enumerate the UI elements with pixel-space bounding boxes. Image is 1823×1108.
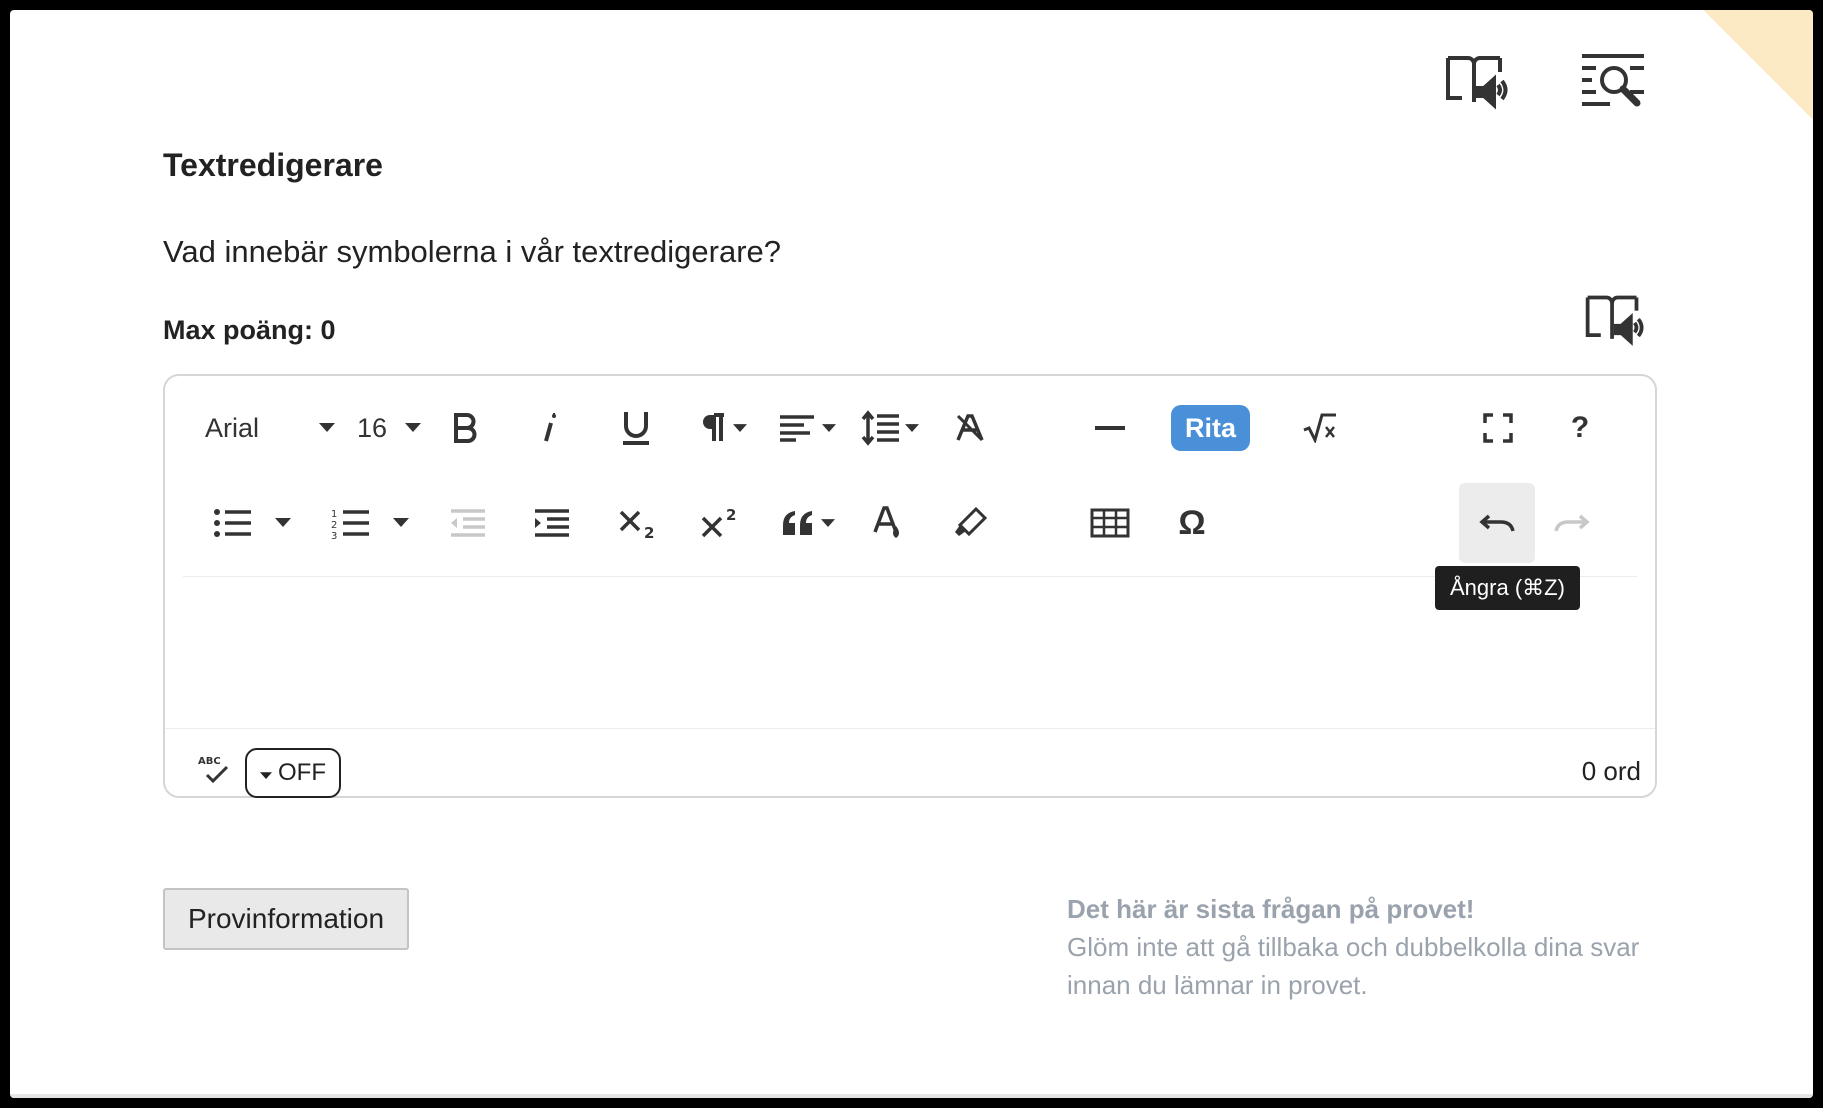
toolbar-row-1: Arial 16 Rita ? — [165, 388, 1655, 468]
font-family-dropdown[interactable]: Arial — [205, 388, 335, 468]
test-info-button[interactable]: Provinformation — [163, 888, 409, 950]
superscript-button[interactable]: 2 — [695, 483, 745, 563]
align-left-icon — [778, 414, 816, 442]
font-size-dropdown[interactable]: 16 — [357, 388, 421, 468]
bottom-bar — [10, 1094, 1813, 1098]
question-title: Textredigerare — [163, 147, 383, 183]
subscript-button[interactable]: 2 — [613, 483, 663, 563]
subscript-icon: 2 — [619, 506, 657, 540]
quote-dropdown[interactable] — [775, 483, 841, 563]
undo-button[interactable] — [1459, 483, 1535, 563]
outdent-icon — [449, 508, 487, 538]
footer-divider — [165, 728, 1655, 729]
chevron-down-icon — [405, 423, 421, 433]
svg-text:2: 2 — [331, 520, 337, 531]
spellcheck-label: ABC — [198, 756, 221, 767]
svg-text:3: 3 — [331, 531, 337, 539]
undo-tooltip: Ångra (⌘Z) — [1435, 566, 1580, 610]
table-icon — [1090, 508, 1130, 538]
last-question-notice: Det här är sista frågan på provet! Glöm … — [1067, 890, 1647, 1004]
clear-formatting-button[interactable] — [945, 388, 995, 468]
bold-button[interactable] — [441, 388, 491, 468]
chevron-down-icon — [275, 518, 291, 528]
underline-button[interactable] — [611, 388, 661, 468]
italic-button[interactable] — [525, 388, 575, 468]
text-editor: Arial 16 Rita ? 1 2 3 2 2 Ω Ångra (⌘Z) A… — [163, 374, 1657, 798]
page-frame: Textredigerare Vad innebär symbolerna i … — [10, 10, 1813, 1098]
chevron-down-icon — [821, 518, 835, 528]
fullscreen-icon — [1483, 413, 1513, 443]
indent-icon — [533, 508, 571, 538]
fullscreen-button[interactable] — [1473, 388, 1523, 468]
spellcheck-toggle[interactable]: OFF — [245, 748, 341, 798]
bold-icon — [453, 413, 479, 443]
text-color-icon — [872, 504, 904, 542]
notice-text: Glöm inte att gå tillbaka och dubbelkoll… — [1067, 932, 1640, 1000]
clear-format-icon — [954, 412, 986, 444]
chevron-down-icon — [822, 423, 836, 433]
superscript-icon: 2 — [701, 506, 739, 540]
line-height-dropdown[interactable] — [857, 388, 923, 468]
redo-icon — [1554, 513, 1590, 533]
svg-text:2: 2 — [726, 506, 736, 524]
numbered-list-dropdown[interactable]: 123 — [323, 483, 417, 563]
undo-icon — [1479, 513, 1515, 533]
help-button[interactable]: ? — [1555, 388, 1605, 468]
pilcrow-icon — [701, 413, 727, 443]
text-color-button[interactable] — [863, 483, 913, 563]
chevron-down-icon — [393, 518, 409, 528]
max-points: Max poäng: 0 — [163, 315, 336, 345]
font-family-value: Arial — [205, 412, 260, 443]
horizontal-line-icon — [1095, 425, 1125, 431]
chevron-down-icon — [319, 423, 335, 433]
toolbar-row-2: 123 2 2 Ω — [165, 483, 1655, 563]
quote-icon — [781, 509, 815, 537]
draw-button[interactable]: Rita — [1171, 405, 1251, 451]
paragraph-format-dropdown[interactable] — [693, 388, 755, 468]
bullet-list-dropdown[interactable] — [205, 483, 299, 563]
svg-text:1: 1 — [331, 509, 337, 520]
font-size-value: 16 — [357, 412, 388, 443]
italic-icon — [542, 413, 558, 443]
redo-button[interactable] — [1547, 483, 1597, 563]
increase-indent-button[interactable] — [527, 483, 577, 563]
underline-icon — [621, 410, 651, 446]
spellcheck-icon[interactable]: ABC — [197, 753, 231, 790]
chevron-down-icon — [905, 423, 919, 433]
align-dropdown[interactable] — [775, 388, 839, 468]
spellcheck-state: OFF — [278, 759, 326, 786]
highlight-button[interactable] — [945, 483, 995, 563]
chevron-down-icon — [733, 423, 747, 433]
book-speaker-icon[interactable] — [1442, 50, 1508, 116]
special-characters-button[interactable]: Ω — [1167, 483, 1217, 563]
question-read-aloud-icon[interactable] — [1582, 290, 1644, 352]
insert-table-button[interactable] — [1085, 483, 1135, 563]
omega-icon: Ω — [1178, 503, 1206, 542]
decrease-indent-button[interactable] — [443, 483, 493, 563]
search-text-icon[interactable] — [1578, 50, 1648, 116]
bullet-list-icon — [213, 508, 253, 538]
numbered-list-icon: 123 — [331, 507, 371, 539]
horizontal-line-button[interactable] — [1085, 388, 1135, 468]
math-formula-button[interactable] — [1295, 388, 1345, 468]
highlighter-icon — [952, 506, 988, 540]
line-height-icon — [861, 410, 901, 446]
svg-text:2: 2 — [644, 524, 654, 540]
notice-title: Det här är sista frågan på provet! — [1067, 894, 1475, 924]
question-text: Vad innebär symbolerna i vår textrediger… — [163, 234, 782, 269]
toolbar-divider — [183, 576, 1637, 577]
editor-content-area[interactable] — [165, 578, 1655, 728]
caret-down-icon — [260, 759, 272, 787]
square-root-icon — [1302, 413, 1338, 443]
word-count: 0 ord — [1581, 756, 1641, 786]
corner-decoration — [1703, 10, 1813, 120]
